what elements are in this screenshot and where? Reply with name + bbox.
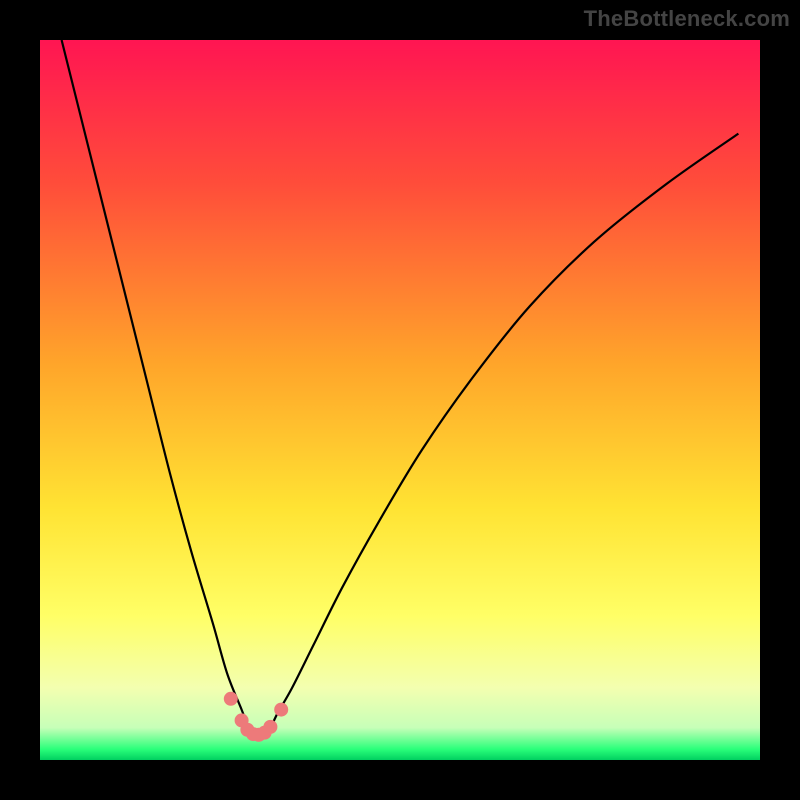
curve-marker xyxy=(274,703,288,717)
bottleneck-chart xyxy=(40,40,760,760)
watermark-text: TheBottleneck.com xyxy=(584,6,790,32)
chart-container: TheBottleneck.com xyxy=(0,0,800,800)
curve-marker xyxy=(224,692,238,706)
plot-area xyxy=(40,40,760,760)
gradient-background xyxy=(40,40,760,760)
curve-marker xyxy=(263,720,277,734)
